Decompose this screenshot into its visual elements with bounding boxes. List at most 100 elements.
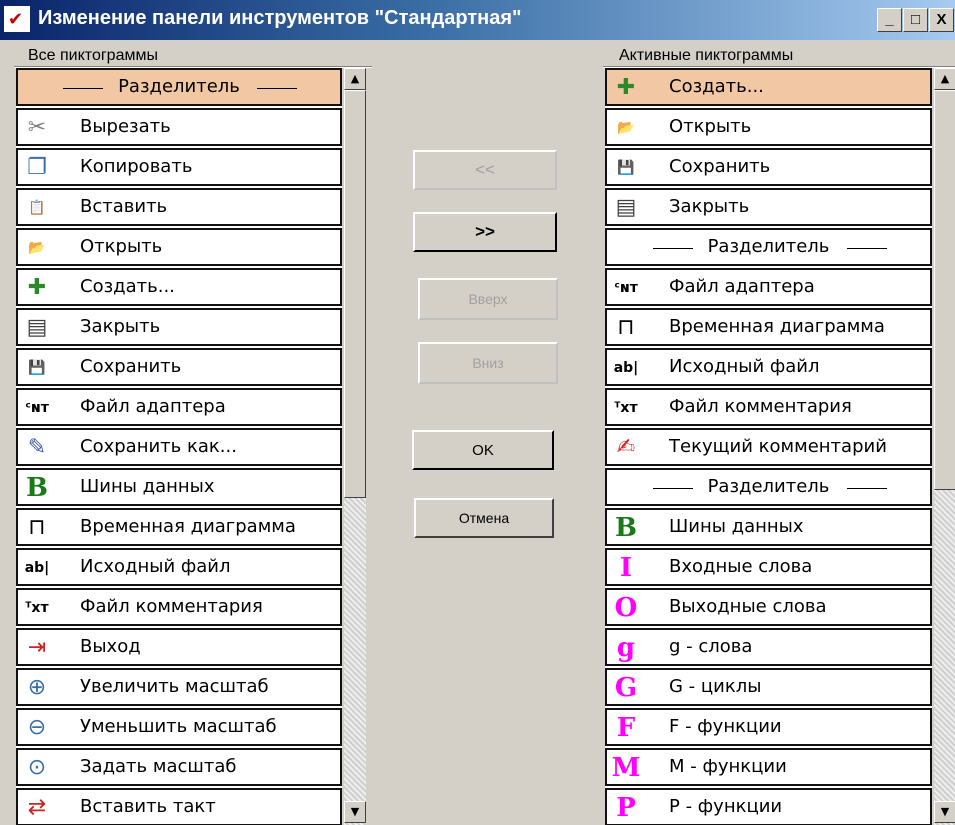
list-item[interactable]: ⊙ Задать масштаб: [16, 748, 342, 786]
right-scroll-thumb[interactable]: [934, 90, 955, 490]
list-item[interactable]: ✂ Вырезать: [16, 108, 342, 146]
list-item[interactable]: ᵀxᴛ Файл комментария: [605, 388, 932, 426]
source-file-icon: ab|: [613, 360, 639, 376]
list-item[interactable]: ab| Исходный файл: [605, 348, 932, 386]
move-up-button[interactable]: Вверх: [418, 278, 558, 320]
left-scrollbar[interactable]: ▲ ▼: [344, 68, 366, 825]
new-file-icon: ✚: [616, 75, 636, 100]
list-item-label: Текущий комментарий: [669, 436, 887, 457]
list-item[interactable]: B Шины данных: [16, 468, 342, 506]
save-icon: 💾: [617, 160, 635, 176]
active-icons-list[interactable]: ✚ Создать... 📂 Открыть 💾 Сохранить ▤ Закрыть Раз…: [605, 68, 932, 825]
exit-icon: ⇥: [27, 635, 47, 660]
window-title: Изменение панели инструментов "Стандартн…: [38, 7, 522, 29]
maximize-button[interactable]: □: [903, 8, 928, 32]
list-item[interactable]: ▤ Закрыть: [16, 308, 342, 346]
left-scroll-thumb[interactable]: [344, 90, 366, 498]
list-item-label: Выходные слова: [669, 596, 827, 617]
app-checkbox-icon[interactable]: ✔: [4, 6, 30, 32]
list-item-label: Разделитель: [707, 236, 830, 257]
adapter-file-icon: ᶜɴᴛ: [25, 400, 49, 416]
zoom-set-icon: ⊙: [27, 755, 47, 780]
right-scroll-down-button[interactable]: ▼: [934, 801, 955, 823]
list-item[interactable]: ✍ Текущий комментарий: [605, 428, 932, 466]
list-item[interactable]: ⊓ Временная диаграмма: [605, 308, 932, 346]
remove-button[interactable]: <<: [413, 150, 557, 190]
list-item-label: Создать...: [669, 76, 764, 97]
list-item-label: Шины данных: [669, 516, 804, 537]
list-item-label: Сохранить как...: [80, 436, 237, 457]
list-item[interactable]: ᵀxᴛ Файл комментария: [16, 588, 342, 626]
list-item[interactable]: G G - циклы: [605, 668, 932, 706]
list-item-label: Вставить такт: [80, 796, 216, 817]
close-button[interactable]: X: [929, 8, 954, 32]
list-item-label: g - слова: [669, 636, 753, 657]
list-item-label: Разделитель: [707, 476, 830, 497]
list-item-label: F - функции: [669, 716, 782, 737]
list-item[interactable]: 📋 Вставить: [16, 188, 342, 226]
close-file-icon: ▤: [615, 195, 637, 220]
list-item[interactable]: M M - функции: [605, 748, 932, 786]
list-item-label: Временная диаграмма: [80, 516, 296, 537]
list-item-label: M - функции: [669, 756, 787, 777]
scissors-icon: ✂: [27, 115, 47, 140]
comment-file-icon: ᵀxᴛ: [614, 400, 638, 416]
list-item[interactable]: ⇄ Вставить такт: [16, 788, 342, 825]
ok-button[interactable]: OK: [412, 430, 554, 470]
list-item[interactable]: 💾 Сохранить: [605, 148, 932, 186]
separator-item[interactable]: Разделитель: [16, 68, 342, 106]
list-item-label: Исходный файл: [80, 556, 231, 577]
list-item-label: G - циклы: [669, 676, 762, 697]
right-scrollbar[interactable]: ▲ ▼: [934, 68, 955, 825]
list-item[interactable]: P P - функции: [605, 788, 932, 825]
list-item[interactable]: ⊕ Увеличить масштаб: [16, 668, 342, 706]
move-down-button[interactable]: Вниз: [418, 342, 558, 384]
add-button[interactable]: >>: [413, 212, 557, 252]
right-scroll-up-button[interactable]: ▲: [934, 68, 955, 90]
timing-diagram-icon: ⊓: [617, 315, 635, 340]
open-folder-icon: 📂: [28, 240, 46, 256]
list-item[interactable]: I Входные слова: [605, 548, 932, 586]
list-item-label: Закрыть: [80, 316, 161, 337]
list-item-label: Файл адаптера: [80, 396, 226, 417]
list-item[interactable]: 📂 Открыть: [605, 108, 932, 146]
list-item-label: Временная диаграмма: [669, 316, 885, 337]
g-words-icon: g: [616, 633, 636, 663]
list-item-label: P - функции: [669, 796, 783, 817]
list-item[interactable]: ⊖ Уменьшить масштаб: [16, 708, 342, 746]
list-item[interactable]: ❐ Копировать: [16, 148, 342, 186]
save-as-icon: ✎: [27, 435, 47, 460]
list-item-label: Сохранить: [80, 356, 182, 377]
open-folder-icon: 📂: [617, 120, 635, 136]
list-item[interactable]: ab| Исходный файл: [16, 548, 342, 586]
left-scroll-down-button[interactable]: ▼: [344, 801, 366, 823]
title-bar: ✔ Изменение панели инструментов "Стандар…: [0, 0, 955, 40]
list-item[interactable]: ᶜɴᴛ Файл адаптера: [605, 268, 932, 306]
list-item-label: Вырезать: [80, 116, 171, 137]
minimize-button[interactable]: _: [877, 8, 902, 32]
cancel-button[interactable]: Отмена: [414, 498, 554, 538]
list-item[interactable]: ▤ Закрыть: [605, 188, 932, 226]
list-item[interactable]: ⇥ Выход: [16, 628, 342, 666]
left-scroll-up-button[interactable]: ▲: [344, 68, 366, 90]
list-item[interactable]: F F - функции: [605, 708, 932, 746]
list-item[interactable]: ✎ Сохранить как...: [16, 428, 342, 466]
list-item[interactable]: O Выходные слова: [605, 588, 932, 626]
list-item[interactable]: 📂 Открыть: [16, 228, 342, 266]
list-item[interactable]: B Шины данных: [605, 508, 932, 546]
list-item[interactable]: ᶜɴᴛ Файл адаптера: [16, 388, 342, 426]
list-item[interactable]: 💾 Сохранить: [16, 348, 342, 386]
insert-tact-icon: ⇄: [27, 795, 47, 820]
data-bus-icon: B: [26, 473, 48, 503]
data-bus-icon: B: [615, 513, 637, 543]
list-item[interactable]: ✚ Создать...: [605, 68, 932, 106]
list-item[interactable]: g g - слова: [605, 628, 932, 666]
comment-file-icon: ᵀxᴛ: [25, 600, 49, 616]
zoom-out-icon: ⊖: [27, 715, 47, 740]
list-item[interactable]: ✚ Создать...: [16, 268, 342, 306]
list-item-label: Уменьшить масштаб: [80, 716, 277, 737]
list-item[interactable]: ⊓ Временная диаграмма: [16, 508, 342, 546]
separator-item[interactable]: Разделитель: [605, 468, 932, 506]
separator-item[interactable]: Разделитель: [605, 228, 932, 266]
all-icons-list[interactable]: Разделитель ✂ Вырезать ❐ Копировать 📋 Вставить…: [16, 68, 342, 825]
